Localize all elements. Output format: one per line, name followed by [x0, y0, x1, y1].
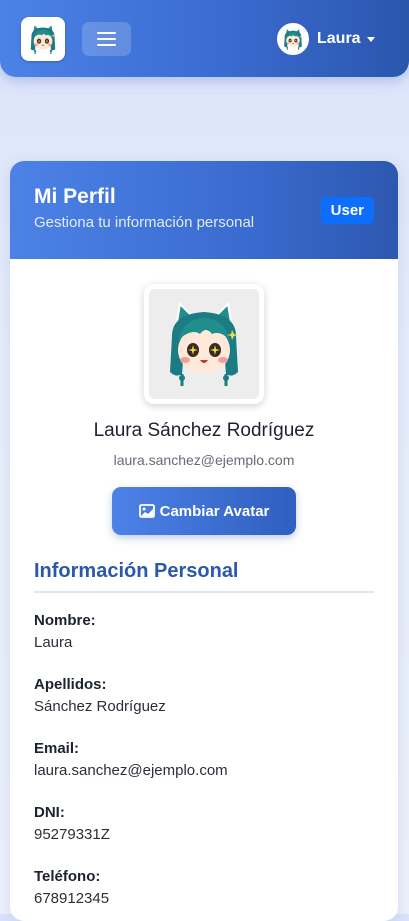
avatar	[277, 23, 309, 55]
field-label: DNI:	[34, 804, 65, 821]
caret-down-icon	[366, 36, 375, 42]
menu-toggle-button[interactable]	[82, 22, 131, 56]
field-label: Teléfono:	[34, 868, 101, 885]
field-apellidos: Apellidos: Sánchez Rodríguez	[34, 676, 166, 715]
field-value: 678912345	[34, 890, 110, 907]
role-badge: User	[320, 197, 374, 224]
section-divider	[34, 591, 374, 593]
field-nombre: Nombre: Laura	[34, 612, 96, 651]
image-icon	[138, 504, 155, 518]
user-name: Laura	[317, 30, 361, 47]
profile-card: Mi Perfil Gestiona tu información person…	[10, 161, 398, 921]
profile-avatar	[144, 284, 264, 404]
menu-icon	[97, 32, 116, 34]
field-value: Laura	[34, 634, 73, 651]
field-value: Sánchez Rodríguez	[34, 698, 166, 715]
field-label: Nombre:	[34, 612, 96, 629]
field-value: laura.sanchez@ejemplo.com	[34, 762, 228, 779]
field-label: Apellidos:	[34, 676, 107, 693]
logo-avatar-illustration	[30, 24, 56, 55]
field-email: Email: laura.sanchez@ejemplo.com	[34, 740, 228, 779]
field-telefono: Teléfono: 678912345	[34, 868, 109, 907]
section-title-personal-info: Información Personal	[34, 560, 239, 582]
top-navbar: Laura	[0, 0, 409, 77]
menu-icon-bar	[97, 44, 116, 46]
app-logo[interactable]	[21, 17, 65, 61]
card-header: Mi Perfil Gestiona tu información person…	[10, 161, 398, 259]
field-value: 95279331Z	[34, 826, 110, 843]
menu-icon-bar	[97, 38, 116, 40]
field-dni: DNI: 95279331Z	[34, 804, 110, 843]
field-label: Email:	[34, 740, 80, 757]
avatar-illustration	[168, 302, 240, 388]
profile-full-name: Laura Sánchez Rodríguez	[93, 420, 315, 441]
change-avatar-button[interactable]: Cambiar Avatar	[112, 487, 296, 535]
user-dropdown[interactable]: Laura	[277, 23, 375, 55]
change-avatar-label: Cambiar Avatar	[159, 502, 270, 520]
profile-email: laura.sanchez@ejemplo.com	[113, 452, 295, 468]
